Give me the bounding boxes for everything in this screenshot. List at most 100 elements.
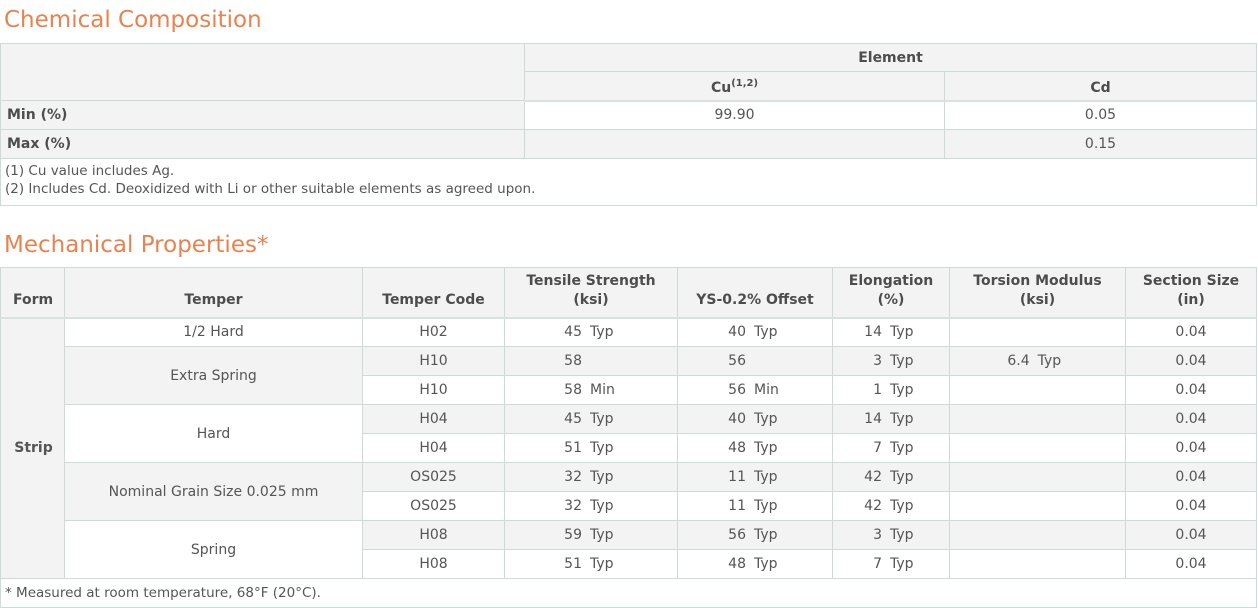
value-qualifier: Typ bbox=[754, 469, 778, 485]
value-qualifier: Typ bbox=[590, 498, 614, 514]
torsion-modulus-cell bbox=[949, 433, 1126, 463]
header-temper: Temper bbox=[64, 267, 363, 319]
cell-value bbox=[524, 129, 945, 159]
value-qualifier: Typ bbox=[890, 527, 914, 543]
value-qualifier: Typ bbox=[890, 498, 914, 514]
footnote: * Measured at room temperature, 68°F (20… bbox=[0, 578, 1257, 608]
value-number: 11 bbox=[728, 469, 746, 485]
temper-code-cell: H08 bbox=[362, 549, 505, 579]
value-number: 51 bbox=[564, 556, 582, 572]
tensile-strength-cell: 45 Typ bbox=[504, 404, 678, 434]
header-unit: (in) bbox=[1177, 291, 1205, 308]
value-number: 32 bbox=[564, 498, 582, 514]
torsion-modulus-cell bbox=[949, 404, 1126, 434]
elongation-cell: 14 Typ bbox=[832, 404, 950, 434]
header-unit: (ksi) bbox=[573, 291, 609, 308]
header-unit: (%) bbox=[877, 291, 905, 308]
elongation-cell: 42 Typ bbox=[832, 491, 950, 521]
torsion-modulus-cell bbox=[949, 520, 1126, 550]
value-qualifier: Typ bbox=[754, 324, 778, 341]
value-qualifier: Typ bbox=[754, 527, 778, 543]
value-qualifier: Typ bbox=[590, 440, 614, 456]
value-qualifier: Typ bbox=[590, 556, 614, 572]
temper-code-cell: H04 bbox=[362, 404, 505, 434]
value-number: 42 bbox=[864, 498, 882, 514]
temper-code-cell: H10 bbox=[362, 375, 505, 405]
value-number: 3 bbox=[873, 353, 882, 369]
element-header-cd: Cd bbox=[943, 71, 1258, 102]
table-row: Hard H04 45 Typ 40 Typ 14 Typ 0.04 bbox=[1, 404, 1257, 463]
value-qualifier: Typ bbox=[1037, 353, 1062, 369]
torsion-modulus-cell: 6.4 Typ bbox=[949, 346, 1126, 376]
value-number: 48 bbox=[728, 556, 746, 572]
tensile-strength-cell: 45 Typ bbox=[504, 317, 678, 347]
cell-value: 0.05 bbox=[943, 100, 1258, 130]
value-qualifier: Typ bbox=[890, 411, 914, 427]
temper-code-cell: H04 bbox=[362, 433, 505, 463]
section-size-cell: 0.04 bbox=[1125, 462, 1257, 492]
temper-cell: Nominal Grain Size 0.025 mm bbox=[64, 462, 363, 521]
torsion-modulus-cell bbox=[949, 317, 1126, 347]
yield-strength-cell: 40 Typ bbox=[677, 317, 833, 347]
value-qualifier: Typ bbox=[890, 440, 914, 456]
torsion-modulus-cell bbox=[949, 462, 1126, 492]
table-row-min: Min (%) 99.90 0.05 bbox=[0, 100, 1258, 130]
value-qualifier: Typ bbox=[754, 411, 778, 427]
header-elongation: Elongation (%) bbox=[832, 267, 950, 319]
element-footnote-ref: (1,2) bbox=[731, 77, 759, 89]
mechanical-properties-table: Form Temper Temper Code Tensile Strength… bbox=[0, 267, 1257, 608]
elongation-cell: 7 Typ bbox=[832, 549, 950, 579]
temper-code-cell: H02 bbox=[362, 317, 505, 347]
section-size-cell: 0.04 bbox=[1125, 317, 1257, 347]
element-symbol: Cu bbox=[710, 79, 732, 96]
cell-value: 0.15 bbox=[943, 129, 1258, 159]
chemical-composition-title: Chemical Composition bbox=[4, 7, 262, 33]
element-symbol: Cd bbox=[1090, 79, 1111, 96]
header-line: Elongation bbox=[848, 272, 934, 289]
header-temper-code: Temper Code bbox=[362, 267, 505, 319]
tensile-strength-cell: 58 bbox=[504, 346, 678, 376]
header-line: Torsion Modulus bbox=[973, 272, 1102, 289]
elongation-cell: 42 Typ bbox=[832, 462, 950, 492]
temper-cell: 1/2 Hard bbox=[64, 317, 363, 347]
value-number: 45 bbox=[564, 411, 582, 427]
value-number: 3 bbox=[873, 527, 882, 543]
value-qualifier: Typ bbox=[890, 382, 914, 398]
tensile-strength-cell: 32 Typ bbox=[504, 491, 678, 521]
value-qualifier: Typ bbox=[754, 556, 778, 572]
row-label: Max (%) bbox=[0, 129, 525, 159]
tensile-strength-cell: 59 Typ bbox=[504, 520, 678, 550]
value-number: 40 bbox=[728, 324, 746, 341]
section-size-cell: 0.04 bbox=[1125, 491, 1257, 521]
notes-cell: (1) Cu value includes Ag. (2) Includes C… bbox=[0, 158, 1258, 206]
yield-strength-cell: 56 bbox=[677, 346, 833, 376]
value-qualifier: Typ bbox=[754, 440, 778, 456]
temper-code-cell: OS025 bbox=[362, 462, 505, 492]
elongation-cell: 3 Typ bbox=[832, 520, 950, 550]
row-label: Min (%) bbox=[0, 100, 525, 130]
header-line: Tensile Strength bbox=[526, 272, 656, 289]
elongation-cell: 7 Typ bbox=[832, 433, 950, 463]
value-number: 40 bbox=[728, 411, 746, 427]
yield-strength-cell: 11 Typ bbox=[677, 462, 833, 492]
element-group-header: Element bbox=[523, 43, 1258, 72]
value-qualifier: Typ bbox=[890, 353, 914, 369]
value-number: 56 bbox=[728, 527, 746, 543]
tensile-strength-cell: 58 Min bbox=[504, 375, 678, 405]
value-qualifier: Typ bbox=[754, 498, 778, 514]
yield-strength-cell: 11 Typ bbox=[677, 491, 833, 521]
note-1: (1) Cu value includes Ag. bbox=[5, 163, 175, 179]
tensile-strength-cell: 32 Typ bbox=[504, 462, 678, 492]
temper-code-cell: H08 bbox=[362, 520, 505, 550]
table-row: Spring H08 59 Typ 56 Typ 3 Typ 0.04 bbox=[1, 520, 1257, 579]
value-qualifier: Typ bbox=[890, 469, 914, 485]
temper-code-cell: OS025 bbox=[362, 491, 505, 521]
temper-cell: Hard bbox=[64, 404, 363, 463]
footnote-row: * Measured at room temperature, 68°F (20… bbox=[0, 578, 1257, 608]
value-number: 56 bbox=[728, 382, 746, 398]
tensile-strength-cell: 51 Typ bbox=[504, 549, 678, 579]
note-2: (2) Includes Cd. Deoxidized with Li or o… bbox=[5, 181, 536, 197]
header-unit: (ksi) bbox=[1019, 291, 1056, 308]
header-form: Form bbox=[0, 267, 65, 319]
header-tensile-strength: Tensile Strength (ksi) bbox=[504, 267, 678, 319]
